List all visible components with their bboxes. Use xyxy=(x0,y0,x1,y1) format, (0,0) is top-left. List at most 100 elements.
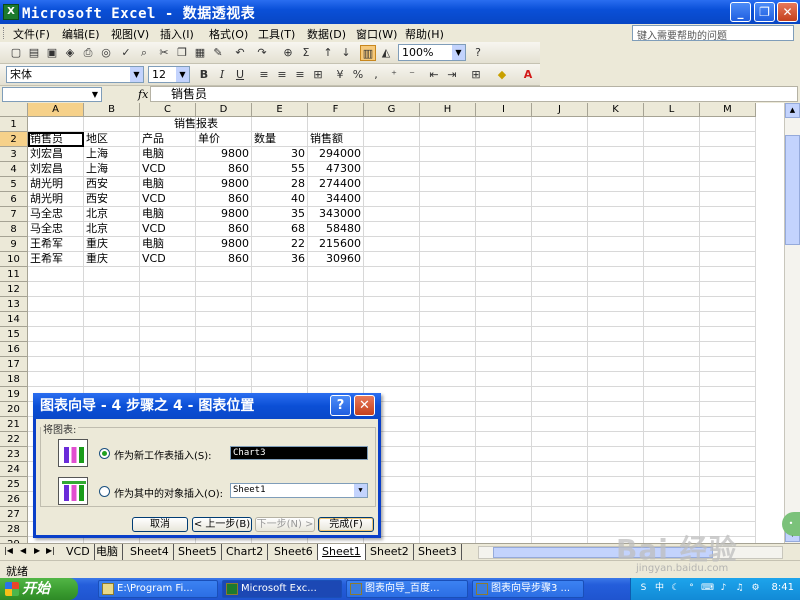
cell-l7[interactable] xyxy=(644,207,700,222)
cell-i5[interactable] xyxy=(476,177,532,192)
column-header-m[interactable]: M xyxy=(700,103,756,117)
cell-h17[interactable] xyxy=(420,357,476,372)
cell-f10[interactable]: 30960 xyxy=(308,252,364,267)
cell-i7[interactable] xyxy=(476,207,532,222)
save-icon[interactable]: ▣ xyxy=(44,45,60,61)
cell-d7[interactable]: 9800 xyxy=(196,207,252,222)
cell-c15[interactable] xyxy=(140,327,196,342)
align-center-icon[interactable]: ≡ xyxy=(274,67,290,83)
menu-window[interactable]: 窗口(W) xyxy=(356,26,397,42)
cell-m6[interactable] xyxy=(700,192,756,207)
cell-i16[interactable] xyxy=(476,342,532,357)
cell-l12[interactable] xyxy=(644,282,700,297)
row-header-22[interactable]: 22 xyxy=(0,432,28,447)
cell-l20[interactable] xyxy=(644,402,700,417)
undo-icon[interactable]: ↶ xyxy=(232,45,248,61)
cell-f8[interactable]: 58480 xyxy=(308,222,364,237)
task-excel[interactable]: Microsoft Exc... xyxy=(222,580,342,598)
increase-indent-icon[interactable]: ⇥ xyxy=(444,67,460,83)
cell-b17[interactable] xyxy=(84,357,140,372)
row-header-18[interactable]: 18 xyxy=(0,372,28,387)
cell-j28[interactable] xyxy=(532,522,588,537)
cell-a6[interactable]: 胡光明 xyxy=(28,192,84,207)
punctuation-icon[interactable]: ° xyxy=(685,582,698,595)
cell-h14[interactable] xyxy=(420,312,476,327)
cell-d8[interactable]: 860 xyxy=(196,222,252,237)
cell-f14[interactable] xyxy=(308,312,364,327)
cell-j19[interactable] xyxy=(532,387,588,402)
name-box[interactable]: ▼ xyxy=(2,87,102,102)
cell-a4[interactable]: 刘宏昌 xyxy=(28,162,84,177)
cell-f17[interactable] xyxy=(308,357,364,372)
cell-e6[interactable]: 40 xyxy=(252,192,308,207)
cell-k17[interactable] xyxy=(588,357,644,372)
cell-m16[interactable] xyxy=(700,342,756,357)
cell-c17[interactable] xyxy=(140,357,196,372)
cell-j14[interactable] xyxy=(532,312,588,327)
cell-f18[interactable] xyxy=(308,372,364,387)
row-header-7[interactable]: 7 xyxy=(0,207,28,222)
cell-e15[interactable] xyxy=(252,327,308,342)
task-explorer[interactable]: E:\Program Fi... xyxy=(98,580,218,598)
cell-d11[interactable] xyxy=(196,267,252,282)
cell-h1[interactable] xyxy=(420,117,476,132)
cell-k13[interactable] xyxy=(588,297,644,312)
font-name-select[interactable]: 宋体 ▼ xyxy=(6,66,144,83)
cell-k25[interactable] xyxy=(588,477,644,492)
cell-l14[interactable] xyxy=(644,312,700,327)
cell-k6[interactable] xyxy=(588,192,644,207)
tab-sheet1[interactable]: Sheet1 xyxy=(318,544,366,560)
column-header-h[interactable]: H xyxy=(420,103,476,117)
sort-asc-icon[interactable]: ↑ xyxy=(320,45,336,61)
cell-c4[interactable]: VCD xyxy=(140,162,196,177)
cell-j18[interactable] xyxy=(532,372,588,387)
cell-g18[interactable] xyxy=(364,372,420,387)
cell-l19[interactable] xyxy=(644,387,700,402)
tab-sheet2[interactable]: Sheet2 xyxy=(366,544,414,560)
cell-m22[interactable] xyxy=(700,432,756,447)
cell-h28[interactable] xyxy=(420,522,476,537)
keyboard-icon[interactable]: ⌨ xyxy=(701,582,714,595)
formula-input[interactable]: 销售员 xyxy=(150,86,798,102)
cell-g11[interactable] xyxy=(364,267,420,282)
cell-h15[interactable] xyxy=(420,327,476,342)
column-header-g[interactable]: G xyxy=(364,103,420,117)
cell-l26[interactable] xyxy=(644,492,700,507)
cell-b2[interactable]: 地区 xyxy=(84,132,140,147)
menu-data[interactable]: 数据(D) xyxy=(307,26,346,42)
column-header-i[interactable]: I xyxy=(476,103,532,117)
cell-m15[interactable] xyxy=(700,327,756,342)
row-header-26[interactable]: 26 xyxy=(0,492,28,507)
redo-icon[interactable]: ↷ xyxy=(254,45,270,61)
cell-i11[interactable] xyxy=(476,267,532,282)
column-header-b[interactable]: B xyxy=(84,103,140,117)
cell-g14[interactable] xyxy=(364,312,420,327)
select-all-corner[interactable] xyxy=(0,103,28,117)
cell-m9[interactable] xyxy=(700,237,756,252)
row-header-11[interactable]: 11 xyxy=(0,267,28,282)
cell-h16[interactable] xyxy=(420,342,476,357)
research-icon[interactable]: ⌕ xyxy=(136,45,152,61)
cell-e13[interactable] xyxy=(252,297,308,312)
row-header-9[interactable]: 9 xyxy=(0,237,28,252)
bold-button[interactable]: B xyxy=(196,67,212,83)
cell-c12[interactable] xyxy=(140,282,196,297)
column-header-k[interactable]: K xyxy=(588,103,644,117)
decrease-decimal-icon[interactable]: ⁻ xyxy=(404,67,420,83)
dialog-help-button[interactable]: ? xyxy=(330,395,351,416)
cell-k20[interactable] xyxy=(588,402,644,417)
cell-d18[interactable] xyxy=(196,372,252,387)
cell-m8[interactable] xyxy=(700,222,756,237)
cell-d2[interactable]: 单价 xyxy=(196,132,252,147)
cell-e17[interactable] xyxy=(252,357,308,372)
cell-m14[interactable] xyxy=(700,312,756,327)
italic-button[interactable]: I xyxy=(214,67,230,83)
cell-c11[interactable] xyxy=(140,267,196,282)
first-sheet-icon[interactable]: |◀ xyxy=(4,546,13,555)
cell-c7[interactable]: 电脑 xyxy=(140,207,196,222)
cell-j24[interactable] xyxy=(532,462,588,477)
row-header-1[interactable]: 1 xyxy=(0,117,28,132)
cell-h10[interactable] xyxy=(420,252,476,267)
font-size-select[interactable]: 12 ▼ xyxy=(148,66,190,83)
minimize-button[interactable]: _ xyxy=(730,2,751,22)
